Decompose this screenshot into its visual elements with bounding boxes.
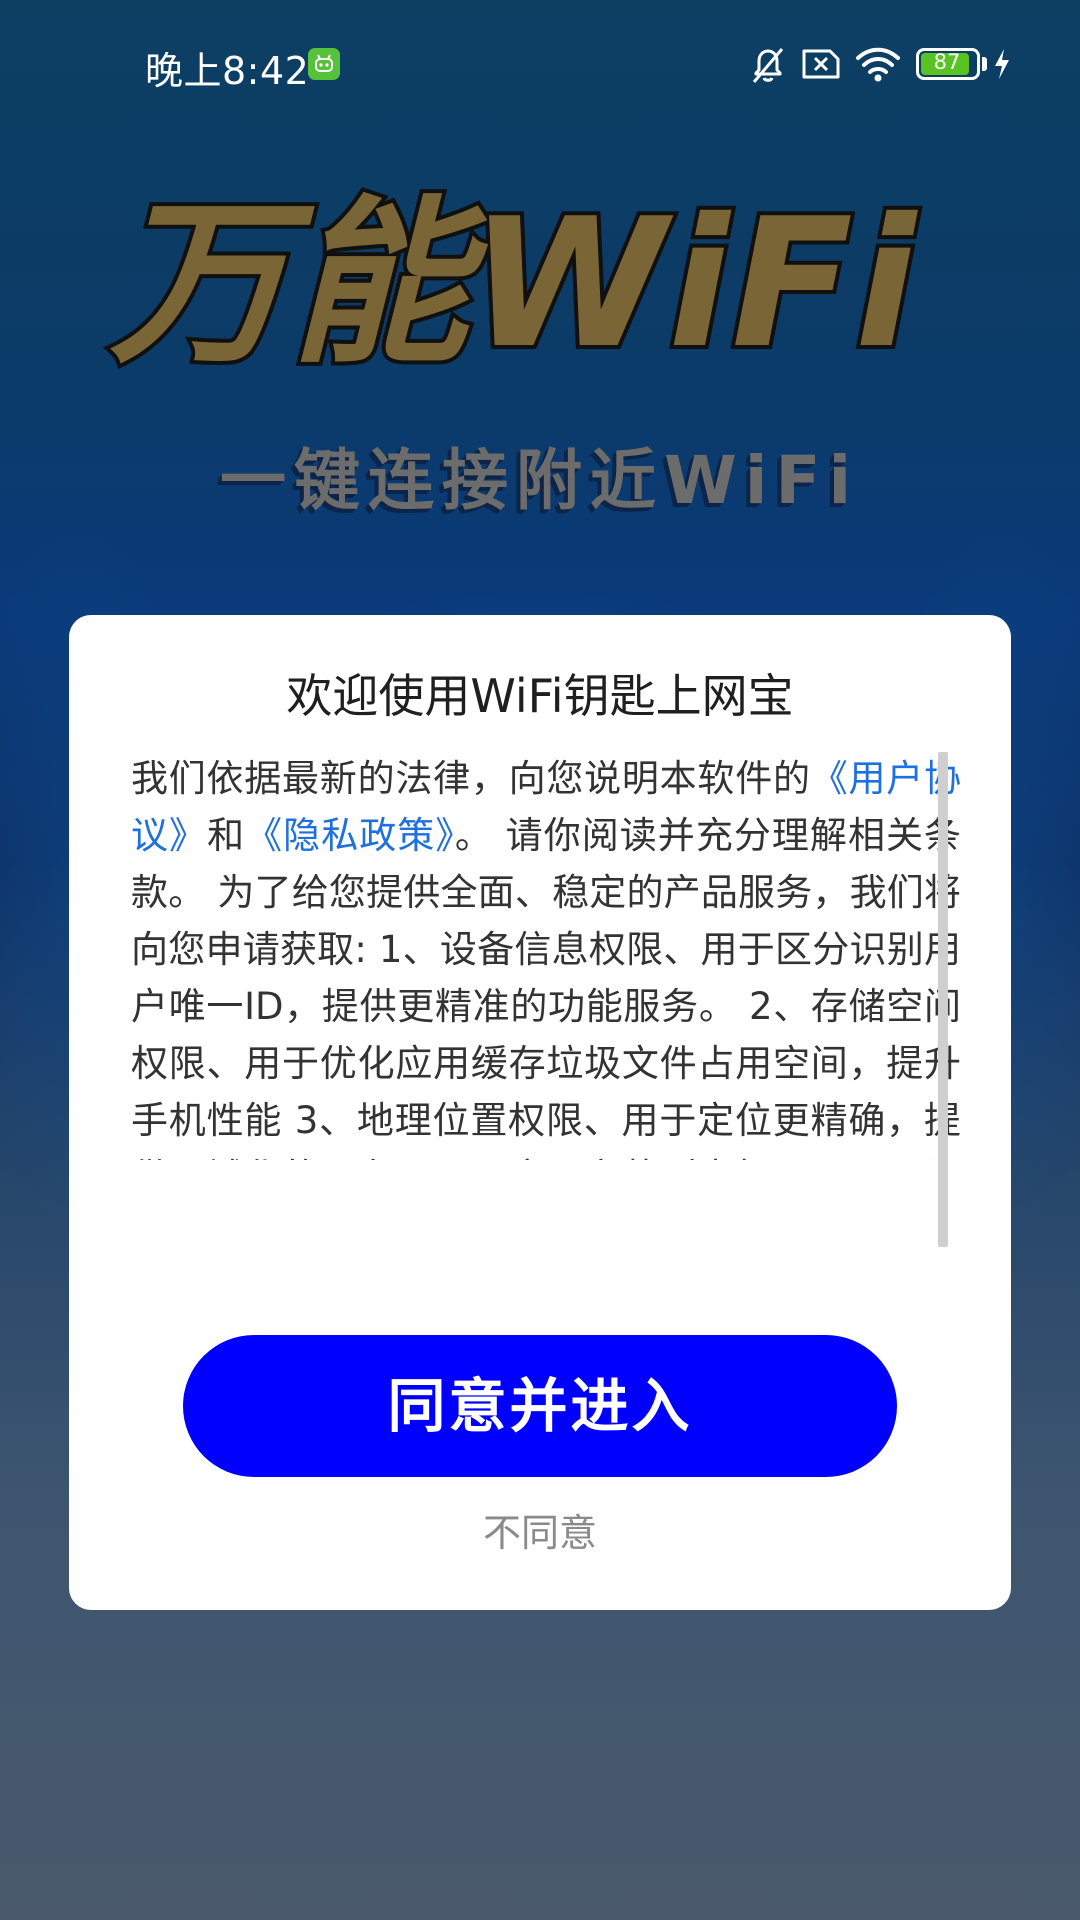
privacy-dialog: 欢迎使用WiFi钥匙上网宝 我们依据最新的法律，向您说明本软件的《用户协议》和《… [69,615,1011,1610]
disagree-button[interactable]: 不同意 [440,1503,640,1563]
wifi-icon [854,44,902,88]
privacy-policy-link[interactable]: 《隐私政策》 [245,814,455,857]
terms-and: 和 [207,814,246,857]
battery-icon: 87 [916,48,980,80]
dialog-title: 欢迎使用WiFi钥匙上网宝 [286,669,794,723]
agree-button[interactable]: 同意并进入 [183,1335,897,1477]
charging-icon [992,48,1012,84]
terms-intro: 我们依据最新的法律，向您说明本软件的 [131,757,811,800]
terms-text: 我们依据最新的法律，向您说明本软件的《用户协议》和《隐私政策》。 请你阅读并充分… [131,750,961,1160]
terms-scrollbar[interactable] [938,752,948,1247]
status-time: 晚上8:42 [145,49,310,93]
terms-body: 。 请你阅读并充分理解相关条款。 为了给您提供全面、稳定的产品服务，我们将向您申… [131,814,961,1160]
status-bar: 晚上8:42 87 [0,0,1080,130]
sim-error-icon [800,44,842,88]
banner-subtitle: 一键连接附近WiFi [220,442,860,519]
banner-title: 万能WiFi [106,180,920,387]
terms-scroll-area[interactable]: 我们依据最新的法律，向您说明本软件的《用户协议》和《隐私政策》。 请你阅读并充分… [131,750,961,1160]
battery-cap [982,57,987,71]
app-notification-icon [308,48,340,80]
mute-bell-icon [748,44,788,90]
battery-level: 87 [933,50,961,74]
